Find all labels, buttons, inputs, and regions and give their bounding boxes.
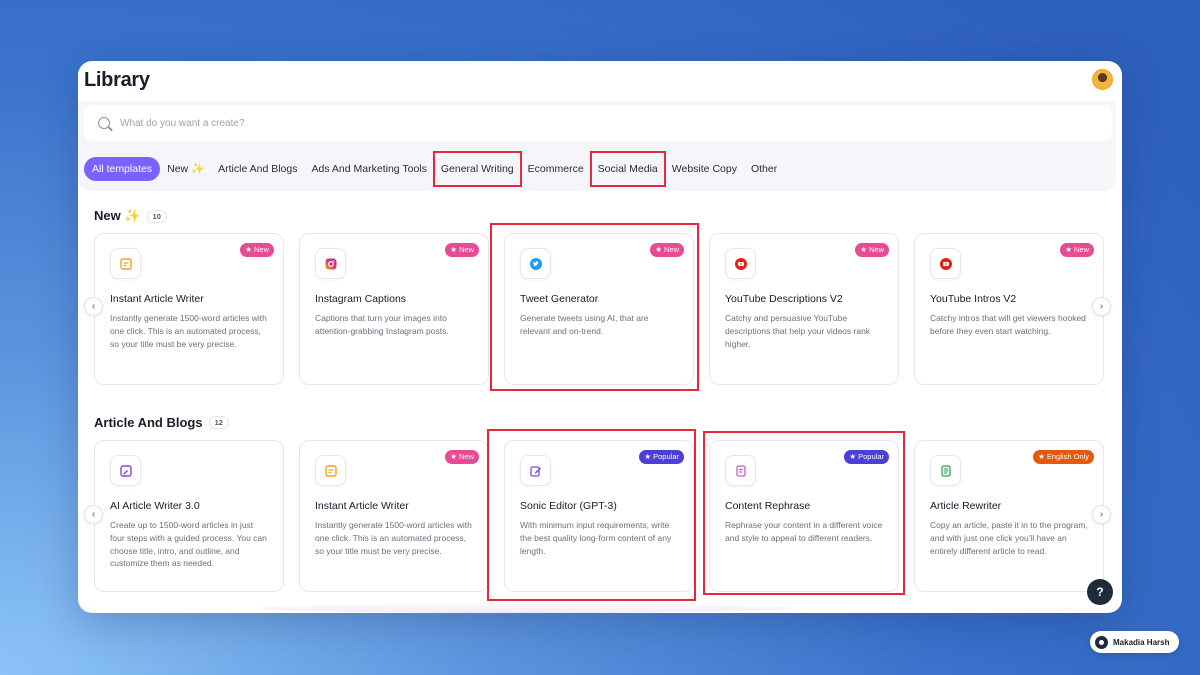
card-description: Generate tweets using AI, that are relev… — [520, 313, 649, 336]
count-badge: 12 — [208, 416, 229, 429]
tab-new[interactable]: New ✨ — [160, 157, 211, 181]
ai-writer-icon — [110, 455, 141, 486]
rewrite-icon — [930, 455, 961, 486]
card-row-new: ★ New Instant Article Writer Instantly g… — [94, 233, 1104, 385]
card-row-article-and-blogs: AI Article Writer 3.0 Create up to 1500-… — [94, 440, 1104, 592]
section-title-text: Article And Blogs — [94, 415, 203, 430]
card-name: YouTube Descriptions V2 — [725, 293, 843, 305]
avatar[interactable] — [1092, 69, 1113, 90]
tab-ecommerce[interactable]: Ecommerce — [521, 157, 591, 181]
card-name: Article Rewriter — [930, 500, 1002, 512]
template-card-sonic-editor[interactable]: ★ Popular Sonic Editor (GPT-3) With mini… — [504, 440, 694, 592]
tab-general-writing[interactable]: General Writing — [432, 151, 522, 187]
card-description: Create up to 1500-word articles in just … — [110, 520, 267, 569]
new-badge: ★ New — [855, 243, 889, 257]
template-card-content-rephrase[interactable]: ★ Popular Content Rephrase Rephrase your… — [709, 440, 899, 592]
card-description: Catchy intros that will get viewers hook… — [930, 313, 1086, 336]
search-input[interactable] — [120, 117, 720, 129]
popular-badge: ★ Popular — [844, 450, 889, 464]
card-name: Instagram Captions — [315, 293, 407, 305]
document-icon — [725, 455, 756, 486]
tab-ads-and-marketing-tools[interactable]: Ads And Marketing Tools — [305, 157, 434, 181]
template-card-instagram-captions[interactable]: ★ New Instagram Captions Captions that t… — [299, 233, 489, 385]
template-card-instant-article-writer[interactable]: ★ New Instant Article Writer Instantly g… — [94, 233, 284, 385]
author-icon — [1095, 635, 1108, 649]
bottom-fade — [258, 603, 792, 613]
author-tag: Makadia Harsh — [1090, 631, 1179, 653]
article-icon — [315, 455, 346, 486]
template-card-ai-article-writer[interactable]: AI Article Writer 3.0 Create up to 1500-… — [94, 440, 284, 592]
card-description: Rephrase your content in a different voi… — [725, 520, 883, 543]
template-card-tweet-generator[interactable]: ★ New Tweet Generator Generate tweets us… — [504, 233, 694, 385]
scroll-right-button[interactable]: › — [1092, 297, 1111, 316]
help-button[interactable]: ? — [1087, 579, 1113, 605]
scroll-left-button[interactable]: ‹ — [84, 297, 103, 316]
library-window: Library All templates New ✨ Article And … — [78, 61, 1122, 613]
page-title: Library — [84, 69, 150, 91]
card-name: Instant Article Writer — [110, 293, 204, 305]
scroll-right-button[interactable]: › — [1092, 505, 1111, 524]
new-badge: ★ New — [445, 243, 479, 257]
card-description: Catchy and persuasive YouTube descriptio… — [725, 313, 871, 349]
filter-panel: All templates New ✨ Article And Blogs Ad… — [78, 101, 1116, 191]
instagram-icon — [315, 248, 346, 279]
card-name: AI Article Writer 3.0 — [110, 500, 200, 512]
card-name: Sonic Editor (GPT-3) — [520, 500, 617, 512]
author-name: Makadia Harsh — [1113, 637, 1170, 647]
tab-social-media[interactable]: Social Media — [589, 151, 666, 187]
search-bar[interactable] — [84, 105, 1112, 141]
tab-article-and-blogs[interactable]: Article And Blogs — [211, 157, 304, 181]
card-description: Copy an article, paste it in to the prog… — [930, 520, 1088, 556]
template-card-youtube-intros-v2[interactable]: ★ New YouTube Intros V2 Catchy intros th… — [914, 233, 1104, 385]
count-badge: 10 — [146, 209, 167, 223]
tab-other[interactable]: Other — [744, 157, 784, 181]
new-badge: ★ New — [240, 243, 274, 257]
card-name: Instant Article Writer — [315, 500, 409, 512]
youtube-icon — [725, 248, 756, 279]
card-description: Instantly generate 1500-word articles wi… — [110, 313, 267, 349]
new-badge: ★ New — [1060, 243, 1094, 257]
card-description: Captions that turn your images into atte… — [315, 313, 449, 336]
twitter-icon — [520, 248, 551, 279]
card-name: Content Rephrase — [725, 500, 811, 512]
scroll-left-button[interactable]: ‹ — [84, 505, 103, 524]
new-badge: ★ New — [445, 450, 479, 464]
english-only-badge: ★ English Only — [1033, 450, 1094, 464]
youtube-icon — [930, 248, 961, 279]
card-name: YouTube Intros V2 — [930, 293, 1017, 305]
tab-website-copy[interactable]: Website Copy — [665, 157, 744, 181]
section-title-article-and-blogs: Article And Blogs 12 — [94, 415, 229, 430]
article-icon — [110, 248, 141, 279]
card-description: Instantly generate 1500-word articles wi… — [315, 520, 472, 556]
popular-badge: ★ Popular — [639, 450, 684, 464]
template-card-instant-article-writer[interactable]: ★ New Instant Article Writer Instantly g… — [299, 440, 489, 592]
category-tabs: All templates New ✨ Article And Blogs Ad… — [84, 151, 784, 187]
new-badge: ★ New — [650, 243, 684, 257]
card-name: Tweet Generator — [520, 293, 599, 305]
search-icon — [98, 117, 110, 129]
template-card-youtube-descriptions-v2[interactable]: ★ New YouTube Descriptions V2 Catchy and… — [709, 233, 899, 385]
template-card-article-rewriter[interactable]: ★ English Only Article Rewriter Copy an … — [914, 440, 1104, 592]
edit-icon — [520, 455, 551, 486]
section-title-text: New ✨ — [94, 208, 141, 223]
card-description: With minimum input requirements, write t… — [520, 520, 672, 556]
section-title-new: New ✨ 10 — [94, 208, 167, 224]
tab-all-templates[interactable]: All templates — [84, 157, 161, 181]
